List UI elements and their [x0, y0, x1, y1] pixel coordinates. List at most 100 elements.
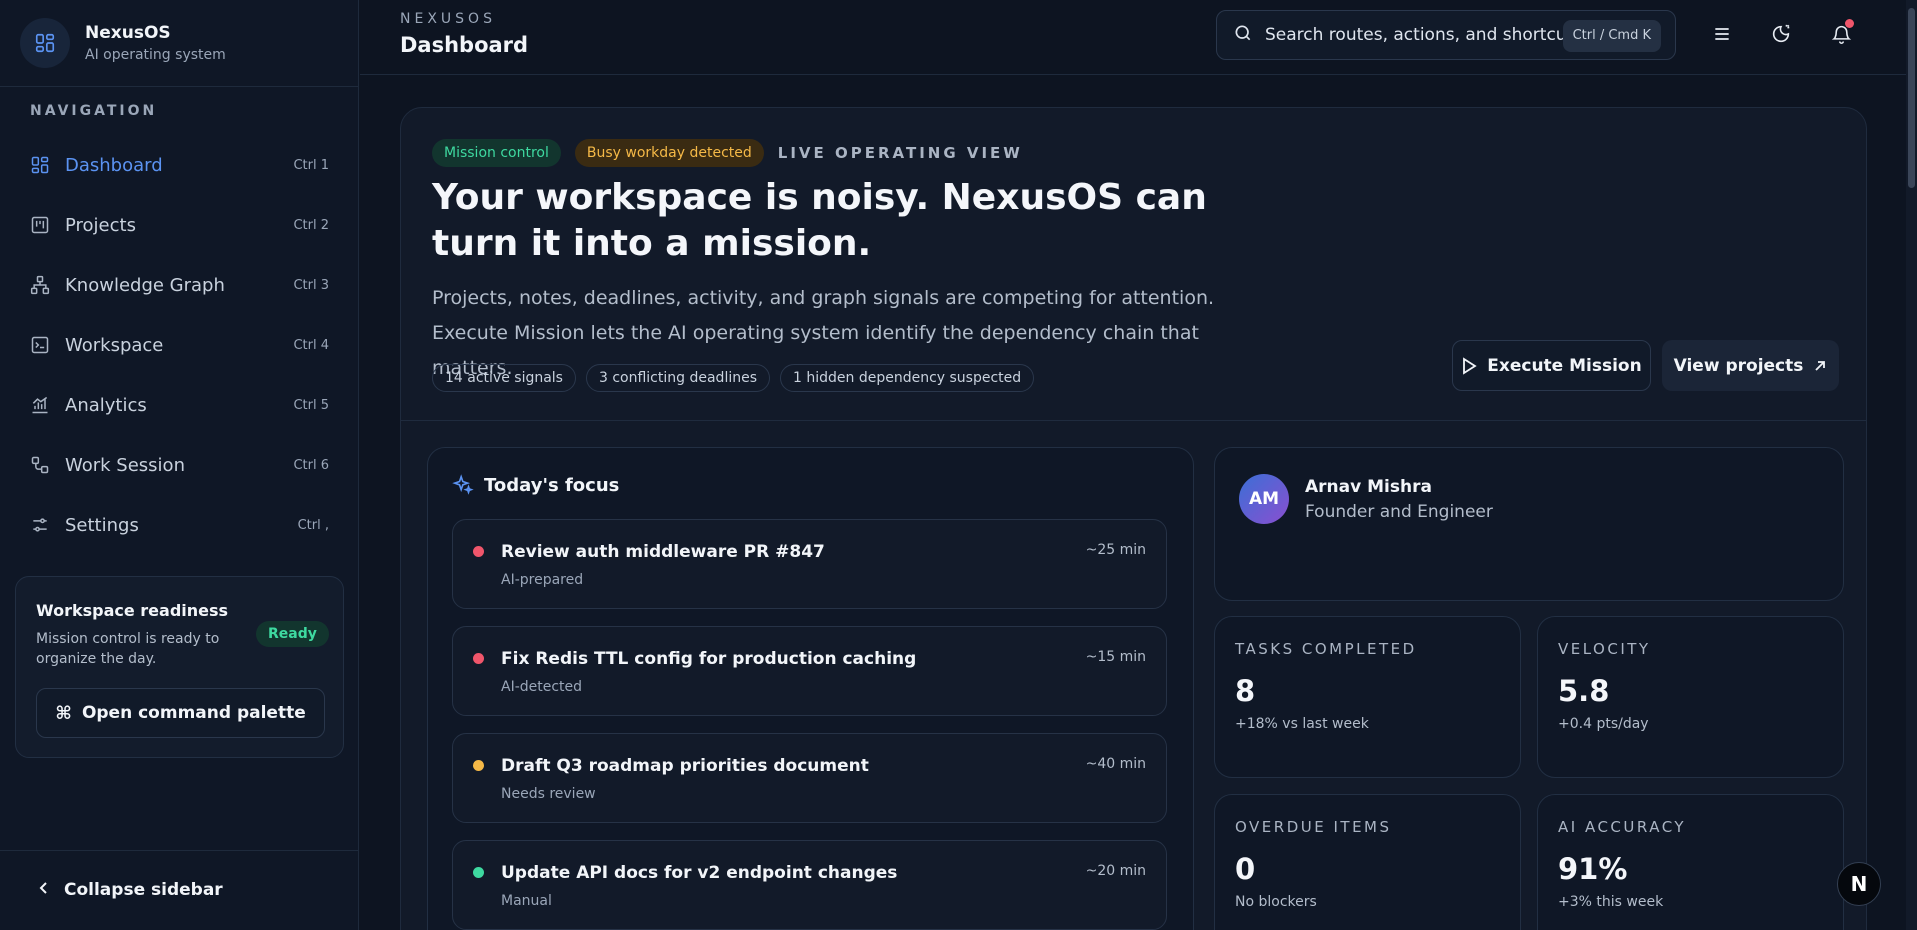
focus-task[interactable]: Review auth middleware PR #847 AI-prepar…: [452, 519, 1167, 609]
nav-label: Knowledge Graph: [65, 274, 225, 296]
task-source: Needs review: [501, 786, 596, 802]
nav-shortcut: Ctrl 1: [293, 157, 329, 173]
stat-label: AI ACCURACY: [1558, 818, 1687, 836]
theme-toggle-button[interactable]: [1769, 22, 1793, 46]
focus-task[interactable]: Update API docs for v2 endpoint changes …: [452, 840, 1167, 930]
dashboard-icon: [30, 155, 50, 175]
sliders-icon: [30, 515, 50, 535]
priority-dot: [473, 867, 484, 878]
hero-divider: [401, 420, 1866, 421]
focus-heading: Today's focus: [452, 474, 619, 496]
workspace-readiness-card: Workspace readiness Mission control is r…: [15, 576, 344, 758]
task-source: Manual: [501, 893, 552, 909]
chart-icon: [30, 395, 50, 415]
todays-focus-card: Today's focus Review auth middleware PR …: [427, 447, 1194, 930]
task-title: Update API docs for v2 endpoint changes: [501, 863, 898, 883]
nav-item-analytics[interactable]: Analytics Ctrl 5: [0, 375, 359, 435]
brand-subtitle: AI operating system: [85, 47, 226, 63]
stat-card-tasks-completed: TASKS COMPLETED 8 +18% vs last week: [1214, 616, 1521, 778]
live-operating-view-label: LIVE OPERATING VIEW: [777, 144, 1023, 162]
nav-label: Dashboard: [65, 154, 163, 176]
stat-value: 91%: [1558, 852, 1628, 886]
stat-value: 8: [1235, 674, 1256, 708]
mission-control-tag: Mission control: [432, 139, 561, 167]
breadcrumb: NEXUSOS: [400, 11, 496, 27]
search-bar[interactable]: Ctrl / Cmd K: [1216, 10, 1676, 60]
play-icon: [1461, 356, 1477, 375]
sparkles-icon: [452, 474, 474, 496]
stat-value: 0: [1235, 852, 1256, 886]
sun-moon-icon: [1772, 24, 1790, 43]
task-estimate: ~40 min: [1085, 756, 1146, 772]
task-title: Fix Redis TTL config for production cach…: [501, 649, 917, 669]
stat-label: VELOCITY: [1558, 640, 1651, 658]
sidebar-divider: [0, 86, 359, 87]
readiness-description: Mission control is ready to organize the…: [36, 631, 220, 667]
avatar[interactable]: AM: [1239, 474, 1289, 524]
nav-item-settings[interactable]: Settings Ctrl ,: [0, 495, 359, 555]
assistant-launcher-button[interactable]: N: [1837, 862, 1881, 906]
nav-item-work-session[interactable]: Work Session Ctrl 6: [0, 435, 359, 495]
nav-item-knowledge-graph[interactable]: Knowledge Graph Ctrl 3: [0, 255, 359, 315]
topbar: NEXUSOS Dashboard Ctrl / Cmd K: [360, 0, 1917, 75]
nav-shortcut: Ctrl 6: [293, 457, 329, 473]
open-command-palette-button[interactable]: ⌘ Open command palette: [36, 688, 325, 738]
brand-logo: [20, 18, 70, 68]
nav-label: Workspace: [65, 334, 164, 356]
task-estimate: ~25 min: [1085, 542, 1146, 558]
stat-delta: +3% this week: [1558, 894, 1664, 910]
search-input[interactable]: [1265, 25, 1565, 45]
collapse-sidebar-button[interactable]: Collapse sidebar: [38, 880, 223, 900]
stat-label: TASKS COMPLETED: [1235, 640, 1417, 658]
brand-name: NexusOS: [85, 23, 171, 43]
sidebar-divider: [0, 850, 359, 851]
stat-delta: No blockers: [1235, 894, 1317, 910]
nav-heading: NAVIGATION: [30, 103, 158, 119]
stat-delta: +18% vs last week: [1235, 716, 1369, 732]
nav-list: Dashboard Ctrl 1 Projects Ctrl 2 Knowled…: [0, 135, 359, 555]
status-badge: Ready: [256, 621, 329, 647]
page-scrollbar[interactable]: [1906, 0, 1917, 930]
scrollbar-thumb[interactable]: [1908, 8, 1915, 188]
stat-card-overdue-items: OVERDUE ITEMS 0 No blockers: [1214, 794, 1521, 930]
task-estimate: ~20 min: [1085, 863, 1146, 879]
profile-role: Founder and Engineer: [1305, 502, 1493, 522]
nav-item-projects[interactable]: Projects Ctrl 2: [0, 195, 359, 255]
notification-dot: [1845, 19, 1854, 28]
priority-dot: [473, 760, 484, 771]
chevron-left-icon: [38, 880, 50, 900]
nav-label: Projects: [65, 214, 136, 236]
execute-mission-label: Execute Mission: [1487, 355, 1642, 376]
profile-card: AM Arnav Mishra Founder and Engineer: [1214, 447, 1844, 601]
stat-label: OVERDUE ITEMS: [1235, 818, 1392, 836]
terminal-icon: [30, 335, 50, 355]
nav-shortcut: Ctrl ,: [297, 517, 329, 533]
focus-heading-text: Today's focus: [484, 474, 620, 496]
command-palette-label: Open command palette: [81, 703, 306, 723]
workflow-icon: [30, 455, 50, 475]
stat-card-velocity: VELOCITY 5.8 +0.4 pts/day: [1537, 616, 1844, 778]
stat-card-ai-accuracy: AI ACCURACY 91% +3% this week: [1537, 794, 1844, 930]
sidebar: NexusOS AI operating system NAVIGATION D…: [0, 0, 359, 930]
priority-dot: [473, 546, 484, 557]
priority-dot: [473, 653, 484, 664]
hero-title: Your workspace is noisy. NexusOS can tur…: [432, 177, 1207, 264]
nav-item-dashboard[interactable]: Dashboard Ctrl 1: [0, 135, 359, 195]
profile-name: Arnav Mishra: [1305, 477, 1432, 497]
brand[interactable]: NexusOS AI operating system: [20, 18, 226, 68]
page-title: Dashboard: [400, 33, 529, 57]
nav-label: Settings: [65, 514, 139, 536]
menu-icon: [1715, 28, 1729, 40]
focus-task[interactable]: Fix Redis TTL config for production cach…: [452, 626, 1167, 716]
nav-item-workspace[interactable]: Workspace Ctrl 4: [0, 315, 359, 375]
search-icon: [1233, 23, 1253, 47]
menu-button[interactable]: [1710, 22, 1734, 46]
execute-mission-button[interactable]: Execute Mission: [1452, 340, 1651, 391]
focus-task[interactable]: Draft Q3 roadmap priorities document Nee…: [452, 733, 1167, 823]
stat-value: 5.8: [1558, 674, 1610, 708]
search-shortcut-hint: Ctrl / Cmd K: [1562, 20, 1661, 52]
notifications-button[interactable]: [1829, 19, 1854, 46]
view-projects-button[interactable]: View projects: [1662, 340, 1839, 391]
signal-chips: 14 active signals 3 conflicting deadline…: [432, 364, 1044, 392]
task-title: Review auth middleware PR #847: [501, 542, 825, 562]
